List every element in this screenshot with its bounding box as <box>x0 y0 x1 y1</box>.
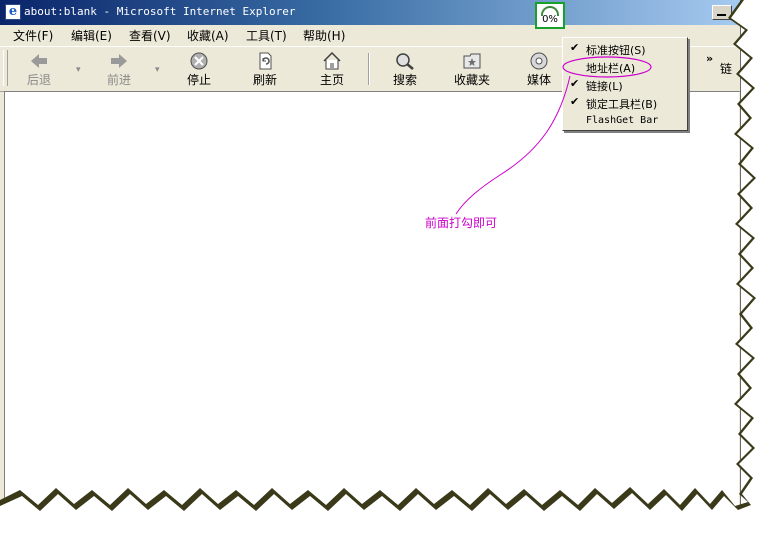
check-icon: ✔ <box>570 41 580 54</box>
menu-item-label: 锁定工具栏(B) <box>586 98 658 111</box>
menu-item-links[interactable]: ✔ 链接(L) <box>563 76 687 94</box>
menu-item-address-bar[interactable]: 地址栏(A) <box>563 58 687 76</box>
page-content-area[interactable] <box>4 91 739 508</box>
menu-favorites[interactable]: 收藏(A) <box>187 27 229 44</box>
home-button[interactable]: 主页 <box>303 49 361 89</box>
status-pane <box>553 512 575 529</box>
forward-arrow-icon <box>109 52 129 70</box>
check-icon: ✔ <box>570 95 580 108</box>
menu-item-label: FlashGet Bar <box>586 115 659 126</box>
status-page-icon: e <box>4 513 20 529</box>
media-icon <box>529 52 549 70</box>
back-label: 后退 <box>26 73 51 87</box>
links-toolbar-label[interactable]: 链 <box>720 60 732 77</box>
status-pane <box>528 512 550 529</box>
home-label: 主页 <box>319 73 344 87</box>
toolbar-separator <box>368 53 370 85</box>
annotation-note: 前面打勾即可 <box>425 216 498 230</box>
refresh-icon <box>255 52 275 70</box>
minimize-button[interactable] <box>712 5 732 20</box>
menu-item-lock-toolbars[interactable]: ✔ 锁定工具栏(B) <box>563 94 687 112</box>
menu-item-label: 链接(L) <box>586 80 623 93</box>
back-dropdown-icon[interactable]: ▾ <box>76 65 81 75</box>
menu-edit[interactable]: 编辑(E) <box>71 27 112 44</box>
ie-page-icon[interactable]: e <box>5 4 21 20</box>
toolbar-overflow-chevron[interactable]: » <box>706 52 713 65</box>
favorites-icon <box>462 52 482 70</box>
menu-help[interactable]: 帮助(H) <box>303 27 345 44</box>
media-button[interactable]: 媒体 <box>510 49 568 89</box>
refresh-button[interactable]: 刷新 <box>236 49 294 89</box>
menu-item-label: 地址栏(A) <box>586 62 636 75</box>
stop-label: 停止 <box>186 73 211 87</box>
refresh-label: 刷新 <box>252 73 277 87</box>
check-icon: ✔ <box>570 77 580 90</box>
title-bar[interactable]: e about:blank - Microsoft Internet Explo… <box>0 0 740 25</box>
menu-view[interactable]: 查看(V) <box>129 27 171 44</box>
media-label: 媒体 <box>526 73 551 87</box>
forward-label: 前进 <box>106 73 131 87</box>
home-icon <box>322 51 342 70</box>
back-arrow-icon <box>29 52 49 70</box>
status-pane <box>578 512 600 529</box>
stop-icon <box>189 52 209 70</box>
search-button[interactable]: 搜索 <box>376 49 434 89</box>
search-icon <box>395 52 415 70</box>
favorites-label: 收藏夹 <box>453 73 490 87</box>
menu-item-flashget-bar[interactable]: FlashGet Bar <box>563 112 687 130</box>
forward-dropdown-icon[interactable]: ▾ <box>155 65 160 75</box>
progress-percent: 0% <box>542 14 558 25</box>
toolbar-context-menu: ✔ 标准按钮(S) 地址栏(A) ✔ 链接(L) ✔ 锁定工具栏(B) Flas… <box>562 37 688 131</box>
forward-button[interactable]: 前进 <box>90 49 148 89</box>
window-title: about:blank - Microsoft Internet Explore… <box>24 5 296 18</box>
menu-item-standard-buttons[interactable]: ✔ 标准按钮(S) <box>563 40 687 58</box>
menu-tools[interactable]: 工具(T) <box>246 27 287 44</box>
status-bar: e <box>0 508 740 533</box>
favorites-button[interactable]: 收藏夹 <box>443 49 501 89</box>
menu-item-label: 标准按钮(S) <box>586 44 646 57</box>
screenshot-stage: e about:blank - Microsoft Internet Explo… <box>0 0 761 542</box>
stop-button[interactable]: 停止 <box>170 49 228 89</box>
menu-file[interactable]: 文件(F) <box>13 27 53 44</box>
back-button[interactable]: 后退 <box>10 49 68 89</box>
search-label: 搜索 <box>392 73 417 87</box>
toolbar-grip[interactable] <box>3 50 8 86</box>
progress-badge: 0% <box>535 2 565 29</box>
